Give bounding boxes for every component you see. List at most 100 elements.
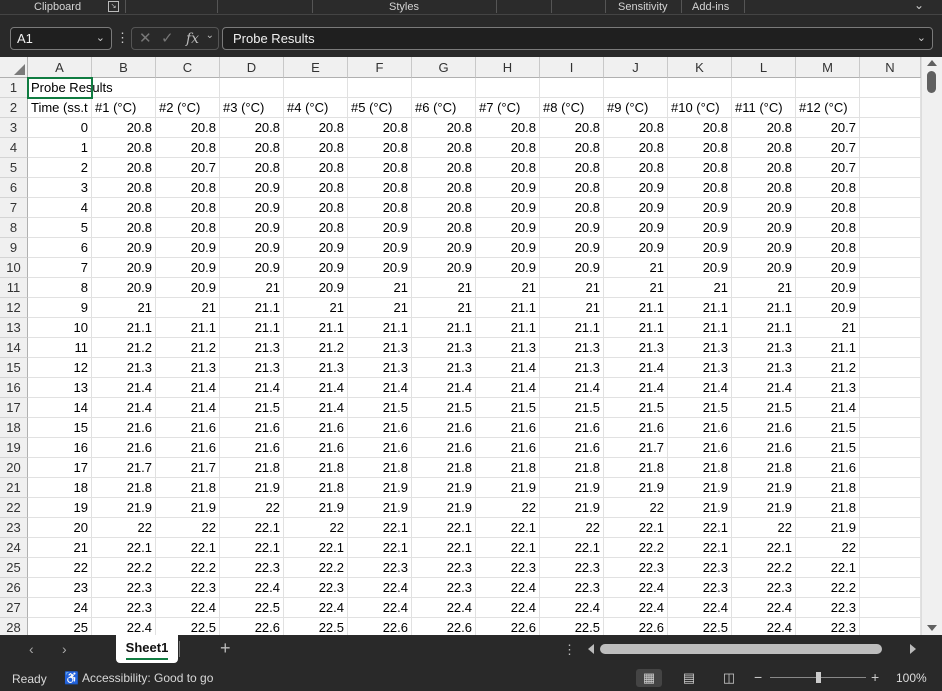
cell[interactable] — [796, 78, 860, 98]
data-cell[interactable]: 21.8 — [348, 458, 412, 478]
header-cell[interactable]: #8 (°C) — [540, 98, 604, 118]
data-cell[interactable]: 20.8 — [348, 198, 412, 218]
data-cell[interactable]: 20.8 — [732, 118, 796, 138]
data-cell[interactable]: 20.8 — [92, 138, 156, 158]
row-header[interactable]: 19 — [0, 438, 28, 458]
data-cell[interactable]: 20.8 — [540, 138, 604, 158]
row-header[interactable]: 3 — [0, 118, 28, 138]
row-header[interactable]: 26 — [0, 578, 28, 598]
data-cell[interactable]: 22.1 — [796, 558, 860, 578]
data-cell[interactable]: 22.5 — [540, 618, 604, 635]
data-cell[interactable]: 21.6 — [732, 418, 796, 438]
column-header[interactable]: D — [220, 57, 284, 78]
data-cell[interactable]: 22.4 — [220, 578, 284, 598]
data-cell[interactable]: 21.3 — [92, 358, 156, 378]
row-header[interactable]: 8 — [0, 218, 28, 238]
row-header[interactable]: 23 — [0, 518, 28, 538]
data-cell[interactable]: 22.3 — [668, 558, 732, 578]
cell[interactable] — [284, 78, 348, 98]
data-cell[interactable]: 21.8 — [476, 458, 540, 478]
header-cell[interactable]: #5 (°C) — [348, 98, 412, 118]
data-cell[interactable]: 21.2 — [92, 338, 156, 358]
header-cell[interactable]: #9 (°C) — [604, 98, 668, 118]
header-cell[interactable]: #12 (°C) — [796, 98, 860, 118]
data-cell[interactable]: 20.9 — [92, 278, 156, 298]
column-header[interactable]: F — [348, 57, 412, 78]
data-cell[interactable]: 22.3 — [796, 618, 860, 635]
data-cell[interactable]: 12 — [28, 358, 92, 378]
data-cell[interactable]: 21.1 — [156, 318, 220, 338]
data-cell[interactable]: 21.6 — [732, 438, 796, 458]
data-cell[interactable]: 20.9 — [796, 298, 860, 318]
data-cell[interactable]: 21 — [348, 298, 412, 318]
scroll-up-icon[interactable] — [927, 60, 937, 66]
cell[interactable] — [476, 78, 540, 98]
data-cell[interactable]: 20.9 — [284, 258, 348, 278]
row-header[interactable]: 16 — [0, 378, 28, 398]
data-cell[interactable]: 22.1 — [476, 518, 540, 538]
data-cell[interactable]: 21.3 — [540, 338, 604, 358]
data-cell[interactable]: 21.8 — [732, 458, 796, 478]
header-cell[interactable]: #6 (°C) — [412, 98, 476, 118]
column-header[interactable]: L — [732, 57, 796, 78]
data-cell[interactable]: 21.1 — [540, 318, 604, 338]
data-cell[interactable]: 21.3 — [732, 358, 796, 378]
data-cell[interactable]: 20.9 — [476, 178, 540, 198]
data-cell[interactable]: 21.4 — [604, 358, 668, 378]
data-cell[interactable]: 21.3 — [412, 338, 476, 358]
data-cell[interactable]: 20.7 — [156, 158, 220, 178]
data-cell[interactable]: 22.4 — [156, 598, 220, 618]
data-cell[interactable]: 22.6 — [220, 618, 284, 635]
data-cell[interactable]: 20.8 — [156, 138, 220, 158]
scroll-right-icon[interactable] — [910, 644, 916, 654]
data-cell[interactable]: 21.4 — [284, 378, 348, 398]
data-cell[interactable]: 20.8 — [732, 138, 796, 158]
data-cell[interactable]: 22.1 — [220, 518, 284, 538]
data-cell[interactable]: 20.7 — [796, 138, 860, 158]
data-cell[interactable]: 20.8 — [604, 138, 668, 158]
data-cell[interactable] — [860, 158, 921, 178]
data-cell[interactable] — [860, 498, 921, 518]
data-cell[interactable]: 22.1 — [412, 518, 476, 538]
data-cell[interactable]: 21.5 — [796, 418, 860, 438]
data-cell[interactable]: 14 — [28, 398, 92, 418]
data-cell[interactable]: 22.5 — [156, 618, 220, 635]
clipboard-launcher-icon[interactable]: ↘ — [108, 1, 119, 12]
data-cell[interactable]: 20.8 — [348, 138, 412, 158]
data-cell[interactable]: 21.3 — [732, 338, 796, 358]
data-cell[interactable]: 22.4 — [92, 618, 156, 635]
data-cell[interactable]: 21.4 — [476, 378, 540, 398]
cell[interactable] — [540, 78, 604, 98]
data-cell[interactable]: 21.5 — [540, 398, 604, 418]
data-cell[interactable]: 21.5 — [668, 398, 732, 418]
data-cell[interactable]: 21.9 — [668, 478, 732, 498]
data-cell[interactable]: 21.4 — [668, 378, 732, 398]
data-cell[interactable]: 22.3 — [668, 578, 732, 598]
data-cell[interactable]: 20.8 — [540, 158, 604, 178]
data-cell[interactable]: 21.6 — [412, 438, 476, 458]
data-cell[interactable]: 20.9 — [284, 238, 348, 258]
data-cell[interactable]: 22 — [796, 538, 860, 558]
data-cell[interactable]: 21.8 — [796, 498, 860, 518]
horizontal-scrollbar[interactable] — [584, 642, 920, 656]
data-cell[interactable]: 20.8 — [668, 158, 732, 178]
column-header[interactable]: N — [860, 57, 921, 78]
row-header[interactable]: 22 — [0, 498, 28, 518]
column-header[interactable]: I — [540, 57, 604, 78]
row-header[interactable]: 2 — [0, 98, 28, 118]
data-cell[interactable]: 20.8 — [412, 198, 476, 218]
next-sheet-icon[interactable]: › — [62, 641, 67, 657]
data-cell[interactable]: 20.9 — [348, 238, 412, 258]
data-cell[interactable]: 21.1 — [220, 298, 284, 318]
data-cell[interactable]: 21.4 — [156, 398, 220, 418]
data-cell[interactable]: 22.1 — [348, 538, 412, 558]
column-header[interactable]: M — [796, 57, 860, 78]
data-cell[interactable]: 17 — [28, 458, 92, 478]
data-cell[interactable]: 2 — [28, 158, 92, 178]
header-cell[interactable]: #10 (°C) — [668, 98, 732, 118]
data-cell[interactable]: 21.2 — [796, 358, 860, 378]
data-cell[interactable]: 21.3 — [476, 338, 540, 358]
data-cell[interactable]: 21 — [668, 278, 732, 298]
data-cell[interactable]: 21.1 — [604, 298, 668, 318]
data-cell[interactable]: 20.8 — [92, 218, 156, 238]
